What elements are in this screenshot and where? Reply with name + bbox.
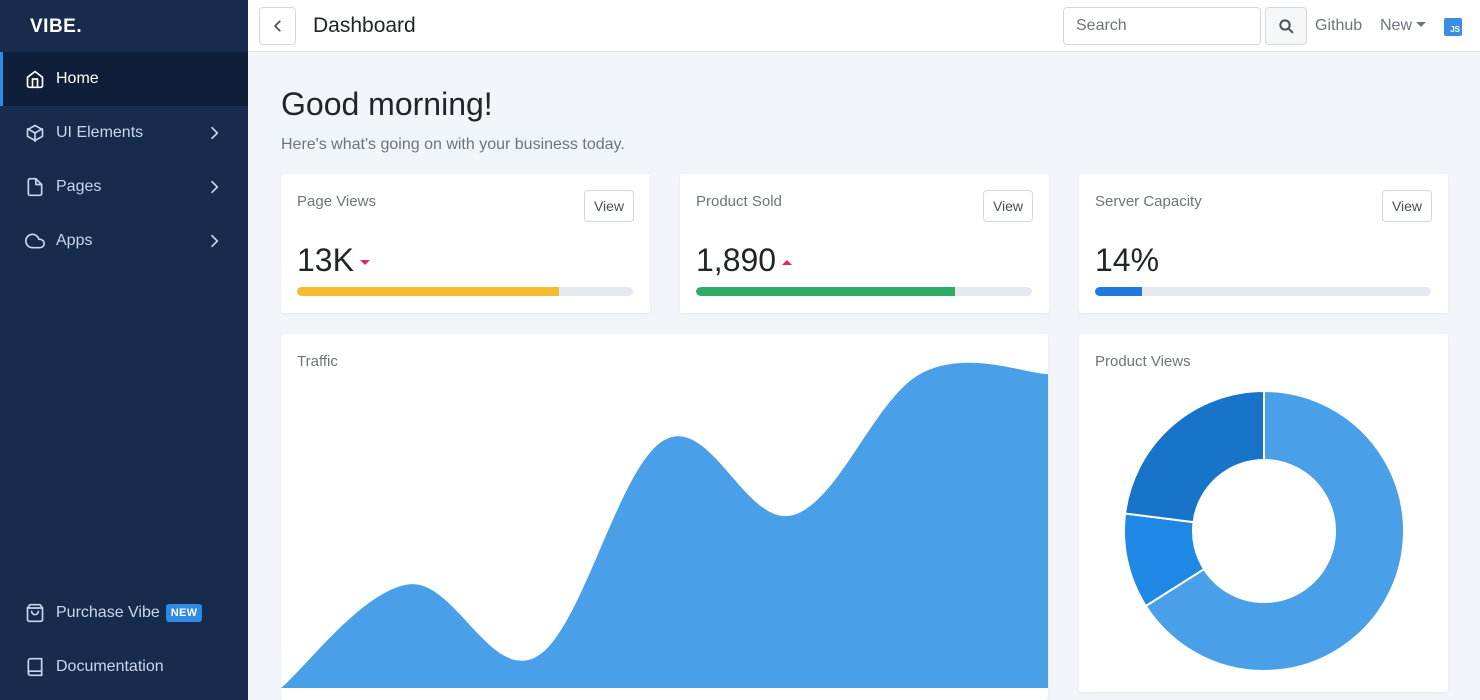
sidebar-item-apps[interactable]: Apps <box>0 214 248 268</box>
sidebar-bottom-nav: Purchase Vibe NEW Documentation <box>0 586 248 694</box>
progress-fill <box>297 287 560 296</box>
chevron-right-icon <box>211 126 219 140</box>
sidebar-item-documentation[interactable]: Documentation <box>0 640 248 694</box>
brand-logo[interactable]: VIBE. <box>0 0 248 52</box>
new-dropdown[interactable]: New <box>1380 17 1427 35</box>
top-header: Dashboard Github New JS <box>248 0 1480 52</box>
progress-fill <box>696 287 955 296</box>
progress-bar <box>1095 287 1431 296</box>
sidebar-item-pages[interactable]: Pages <box>0 160 248 214</box>
progress-bar <box>297 287 633 296</box>
box-icon <box>25 123 45 143</box>
stat-value-text: 14% <box>1095 242 1160 278</box>
book-icon <box>25 657 45 677</box>
sidebar-item-label: Purchase Vibe <box>56 604 160 621</box>
stat-value-text: 1,890 <box>696 242 777 278</box>
trend-down-icon <box>359 260 370 265</box>
donut-slice-2 <box>1123 389 1265 524</box>
search-input[interactable] <box>1063 7 1261 45</box>
stat-label: Product Sold <box>696 193 782 210</box>
chevron-left-icon <box>273 20 281 32</box>
progress-bar <box>696 287 1032 296</box>
chevron-right-icon <box>211 234 219 248</box>
new-dropdown-label: New <box>1380 17 1413 34</box>
traffic-area <box>281 362 1048 688</box>
product-views-chart <box>1123 389 1405 672</box>
new-badge: NEW <box>165 604 203 622</box>
stat-card-page-views: Page Views View 13K <box>281 174 650 313</box>
stat-card-server-capacity: Server Capacity View 14% <box>1079 174 1448 313</box>
view-button[interactable]: View <box>1382 190 1432 222</box>
page-title: Dashboard <box>313 14 416 37</box>
stat-value-text: 13K <box>297 242 354 278</box>
github-link[interactable]: Github <box>1315 17 1362 35</box>
view-button[interactable]: View <box>983 190 1033 222</box>
search-icon <box>1279 19 1294 34</box>
sidebar-item-home[interactable]: Home <box>0 52 248 106</box>
greeting-subtitle: Here's what's going on with your busines… <box>281 136 625 153</box>
traffic-card: Traffic <box>281 334 1048 700</box>
stat-value: 13K <box>297 242 370 279</box>
file-icon <box>25 177 45 197</box>
greeting-heading: Good morning! <box>281 86 493 122</box>
user-avatar[interactable]: JS <box>1444 18 1462 36</box>
back-button[interactable] <box>259 7 296 45</box>
search-button[interactable] <box>1265 7 1307 45</box>
stat-value: 14% <box>1095 242 1159 279</box>
trend-up-icon <box>782 260 793 265</box>
stat-value: 1,890 <box>696 242 793 279</box>
stat-label: Server Capacity <box>1095 193 1202 210</box>
sidebar-item-label: UI Elements <box>56 124 144 141</box>
stat-card-product-sold: Product Sold View 1,890 <box>680 174 1049 313</box>
sidebar-item-label: Apps <box>56 232 93 249</box>
shopping-bag-icon <box>25 603 45 623</box>
sidebar-item-label: Pages <box>56 178 102 195</box>
progress-fill <box>1095 287 1143 296</box>
stat-label: Page Views <box>297 193 376 210</box>
view-button[interactable]: View <box>584 190 634 222</box>
chevron-right-icon <box>211 180 219 194</box>
sidebar-item-label: Documentation <box>56 658 164 675</box>
sidebar-item-ui-elements[interactable]: UI Elements <box>0 106 248 160</box>
home-icon <box>25 69 45 89</box>
product-views-card: Product Views <box>1079 334 1448 692</box>
sidebar-item-purchase-vibe[interactable]: Purchase Vibe NEW <box>0 586 248 640</box>
sidebar-item-label: Home <box>56 70 99 87</box>
sidebar: VIBE. Home UI Elements Pages Apps Purcha… <box>0 0 248 700</box>
sidebar-nav: Home UI Elements Pages Apps <box>0 52 248 268</box>
caret-down-icon <box>1416 22 1427 27</box>
traffic-chart <box>281 362 1048 688</box>
cloud-icon <box>25 231 45 251</box>
